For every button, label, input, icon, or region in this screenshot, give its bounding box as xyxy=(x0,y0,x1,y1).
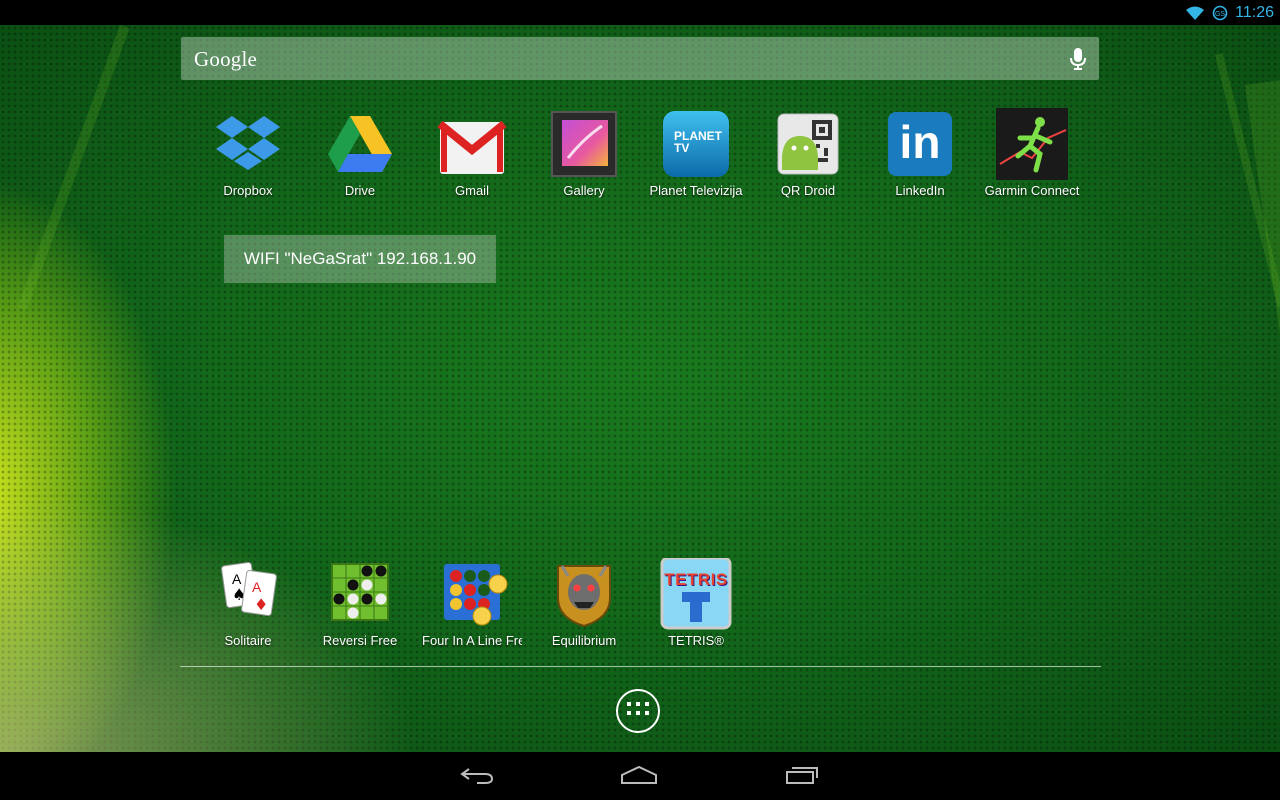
app-planet-televizija[interactable]: PLANET TV Planet Televizija xyxy=(640,108,752,198)
linkedin-icon: in xyxy=(884,108,956,180)
tetris-logo-text: TETRIS xyxy=(664,570,728,589)
wifi-info-widget[interactable]: WIFI "NeGaSrat" 192.168.1.90 xyxy=(224,235,496,283)
wifi-icon xyxy=(1185,5,1205,21)
hotseat-divider xyxy=(180,666,1101,667)
clock: 11:26 xyxy=(1235,3,1274,21)
app-gallery[interactable]: Gallery xyxy=(528,108,640,198)
navigation-bar xyxy=(0,752,1280,800)
app-equilibrium[interactable]: Equilibrium xyxy=(528,558,640,648)
app-reversi-free[interactable]: Reversi Free xyxy=(304,558,416,648)
four-in-a-line-icon xyxy=(436,558,508,630)
gallery-icon xyxy=(548,108,620,180)
app-label: LinkedIn xyxy=(895,183,945,198)
app-label: Gmail xyxy=(455,183,489,198)
sync-icon: GS xyxy=(1212,5,1228,21)
equilibrium-icon xyxy=(548,558,620,630)
app-label: Solitaire xyxy=(224,633,272,648)
app-dropbox[interactable]: Dropbox xyxy=(192,108,304,198)
planet-tv-logo-text: PLANET TV xyxy=(674,129,722,155)
home-icon xyxy=(620,765,658,790)
all-apps-button[interactable] xyxy=(616,689,660,733)
app-drive[interactable]: Drive xyxy=(304,108,416,198)
planet-tv-icon: PLANET TV xyxy=(660,108,732,180)
drive-icon xyxy=(324,108,396,180)
dropbox-icon xyxy=(212,108,284,180)
garmin-connect-icon xyxy=(996,108,1068,180)
back-button[interactable] xyxy=(457,764,497,790)
gmail-icon xyxy=(436,108,508,180)
app-label: QR Droid xyxy=(780,183,836,198)
app-label: TETRIS® xyxy=(668,633,724,648)
mic-icon[interactable] xyxy=(1069,47,1087,76)
app-label: Planet Televizija xyxy=(649,183,743,198)
app-qr-droid[interactable]: QR Droid xyxy=(752,108,864,198)
tetris-icon: TETRIS xyxy=(660,556,732,630)
recent-apps-button[interactable] xyxy=(782,764,822,790)
linkedin-logo-text: in xyxy=(899,116,941,168)
app-label: Dropbox xyxy=(223,183,273,198)
svg-text:GS: GS xyxy=(1215,11,1225,18)
app-tetris[interactable]: TETRIS TETRIS® xyxy=(640,556,752,648)
app-label: Drive xyxy=(344,183,376,198)
svg-text:A: A xyxy=(252,579,262,595)
reversi-icon xyxy=(324,558,396,630)
home-button[interactable] xyxy=(619,764,659,790)
google-search-bar[interactable]: Google xyxy=(181,37,1099,80)
google-logo[interactable]: Google xyxy=(194,47,257,72)
app-four-in-a-line[interactable]: Four In A Line Free xyxy=(416,558,528,648)
app-garmin-connect[interactable]: Garmin Connect xyxy=(976,108,1088,198)
app-solitaire[interactable]: A ♠ A ♦ Solitaire xyxy=(192,558,304,648)
app-label: Reversi Free xyxy=(322,633,398,648)
app-drawer-icon xyxy=(626,701,650,722)
app-label: Gallery xyxy=(563,183,605,198)
app-label: Garmin Connect xyxy=(984,183,1080,198)
app-linkedin[interactable]: in LinkedIn xyxy=(864,108,976,198)
svg-text:♦: ♦ xyxy=(254,595,268,614)
app-label: Four In A Line Free xyxy=(422,633,522,648)
wifi-info-text: WIFI "NeGaSrat" 192.168.1.90 xyxy=(243,249,477,268)
status-bar: GS 11:26 xyxy=(0,0,1280,25)
status-icons: GS 11:26 xyxy=(1185,0,1274,25)
app-label: Equilibrium xyxy=(551,633,617,648)
app-gmail[interactable]: Gmail xyxy=(416,108,528,198)
solitaire-icon: A ♠ A ♦ xyxy=(212,558,284,630)
qr-droid-icon xyxy=(772,108,844,180)
back-icon xyxy=(459,765,495,790)
recent-apps-icon xyxy=(784,765,820,790)
